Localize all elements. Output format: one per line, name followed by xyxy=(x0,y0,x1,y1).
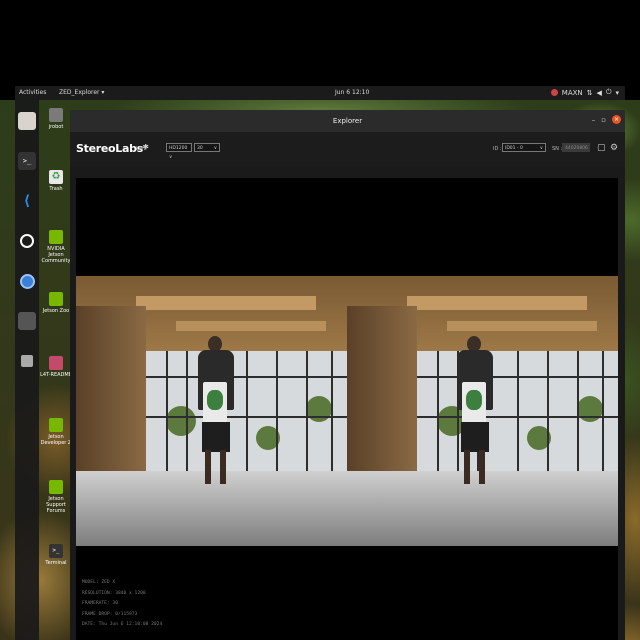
desktop-icon-readme[interactable]: L4T-README xyxy=(40,356,72,378)
serial-field[interactable]: 44020806 xyxy=(562,143,590,152)
desktop-icon-label: Terminal xyxy=(45,560,67,566)
camera-id-select[interactable]: ID01 - 0 ∨ xyxy=(502,143,546,152)
desktop-icon-zoo[interactable]: Jetson Zoo xyxy=(40,292,72,314)
screen-top-letterbox xyxy=(0,0,640,86)
network-icon[interactable]: ⇅ xyxy=(587,89,593,97)
desktop-icon-label: Trash xyxy=(49,186,63,192)
desktop-icon-label: Jetson Support Forums xyxy=(46,496,66,514)
chevron-down-icon[interactable]: ▾ xyxy=(615,89,619,97)
desktop-icon-developer[interactable]: Jetson Developer Z xyxy=(40,418,72,446)
desktop-icon-forums[interactable]: Jetson Support Forums xyxy=(40,480,72,514)
files-icon[interactable] xyxy=(18,112,36,130)
window-titlebar[interactable]: Explorer – ▫ × xyxy=(70,110,625,132)
system-top-bar: Activities ZED_Explorer ▾ Jun 6 12:10 MA… xyxy=(15,86,625,100)
desktop-icon-home[interactable]: jrobot xyxy=(40,108,72,130)
live-indicator: LIVE xyxy=(136,146,147,152)
id-label: ID : xyxy=(493,146,502,152)
desktop-icon-label: Jetson Zoo xyxy=(42,308,70,314)
chromium-icon[interactable] xyxy=(18,272,36,290)
clock[interactable]: Jun 6 12:10 xyxy=(335,89,369,96)
nvidia-icon xyxy=(49,418,63,432)
home-folder-icon xyxy=(49,108,63,122)
fps-value: 30 xyxy=(197,146,203,151)
trash-icon: ♻ xyxy=(49,170,63,184)
desktop-icon-label: NVIDIA Jetson Community xyxy=(41,246,71,264)
desktop-icon-label: L4T-README xyxy=(40,372,72,378)
desktop-icon-community[interactable]: NVIDIA Jetson Community xyxy=(40,230,72,264)
obs-icon[interactable] xyxy=(18,232,36,250)
window-controls: – ▫ × xyxy=(592,115,621,124)
maximize-icon[interactable]: ▫ xyxy=(601,116,606,124)
nvidia-icon xyxy=(49,480,63,494)
dock: >_ ⟨ xyxy=(15,100,39,640)
chevron-down-icon: ∨ xyxy=(169,155,173,160)
camera-info-overlay: MODEL: ZED X RESOLUTION: 3840 x 1200 FRA… xyxy=(82,578,162,631)
drive-icon[interactable] xyxy=(18,312,36,330)
info-date: DATE: Thu Jun 6 12:10:08 2024 xyxy=(82,622,163,627)
gear-icon[interactable]: ⚙ xyxy=(610,143,618,153)
minimize-icon[interactable]: – xyxy=(592,116,596,124)
system-tray[interactable]: MAXN ⇅ ◀ ⏻ ▾ xyxy=(550,88,619,97)
folder-icon xyxy=(49,356,63,370)
info-resolution: RESOLUTION: 3840 x 1200 xyxy=(82,590,146,596)
desktop-icon-label: jrobot xyxy=(48,124,64,130)
desktop-icon-label: Jetson Developer Z xyxy=(40,434,72,446)
window-title: Explorer xyxy=(332,117,363,125)
app-menu[interactable]: ZED_Explorer ▾ xyxy=(59,89,104,96)
chevron-down-icon: ∨ xyxy=(213,146,217,151)
video-panel: MODEL: ZED X RESOLUTION: 3840 x 1200 FRA… xyxy=(76,178,618,640)
left-camera-image xyxy=(76,276,347,546)
chevron-down-icon: ∨ xyxy=(539,146,543,151)
right-camera-image xyxy=(347,276,618,546)
drive-icon-2[interactable] xyxy=(18,352,36,370)
sn-label: SN : xyxy=(552,146,563,152)
volume-icon[interactable]: ◀ xyxy=(597,89,602,97)
close-icon[interactable]: × xyxy=(612,115,621,124)
activities-button[interactable]: Activities xyxy=(19,89,46,96)
info-frame-drop: FRAME DROP: 0/115973 xyxy=(82,611,138,617)
camera-id-value: ID01 - 0 xyxy=(505,146,523,151)
nvidia-icon xyxy=(49,230,63,244)
nvidia-icon xyxy=(49,292,63,306)
power-mode-label[interactable]: MAXN xyxy=(562,89,583,97)
desktop-icon-terminal[interactable]: >_ Terminal xyxy=(40,544,72,566)
fps-select[interactable]: 30 ∨ xyxy=(194,143,220,152)
record-icon[interactable]: ▢ xyxy=(597,143,606,153)
explorer-toolbar: StereoLabs* LIVE HD1200 ∨ 30 ∨ ID : ID01… xyxy=(70,132,625,166)
resolution-value: HD1200 xyxy=(169,146,188,151)
desktop-icon-trash[interactable]: ♻ Trash xyxy=(40,170,72,192)
terminal-icon: >_ xyxy=(49,544,63,558)
desktop-icons: jrobot ♻ Trash NVIDIA Jetson Community J… xyxy=(40,108,72,640)
terminal-icon[interactable]: >_ xyxy=(18,152,36,170)
nvidia-power-icon[interactable] xyxy=(550,89,558,96)
info-model: MODEL: ZED X xyxy=(82,580,116,585)
resolution-select[interactable]: HD1200 ∨ xyxy=(166,143,192,160)
power-icon[interactable]: ⏻ xyxy=(606,88,612,97)
info-framerate: FRAMERATE: 30 xyxy=(82,601,118,606)
explorer-window: Explorer – ▫ × StereoLabs* LIVE HD1200 ∨… xyxy=(70,110,625,640)
vscode-icon[interactable]: ⟨ xyxy=(18,192,36,210)
stereo-video-feed[interactable] xyxy=(76,276,618,546)
